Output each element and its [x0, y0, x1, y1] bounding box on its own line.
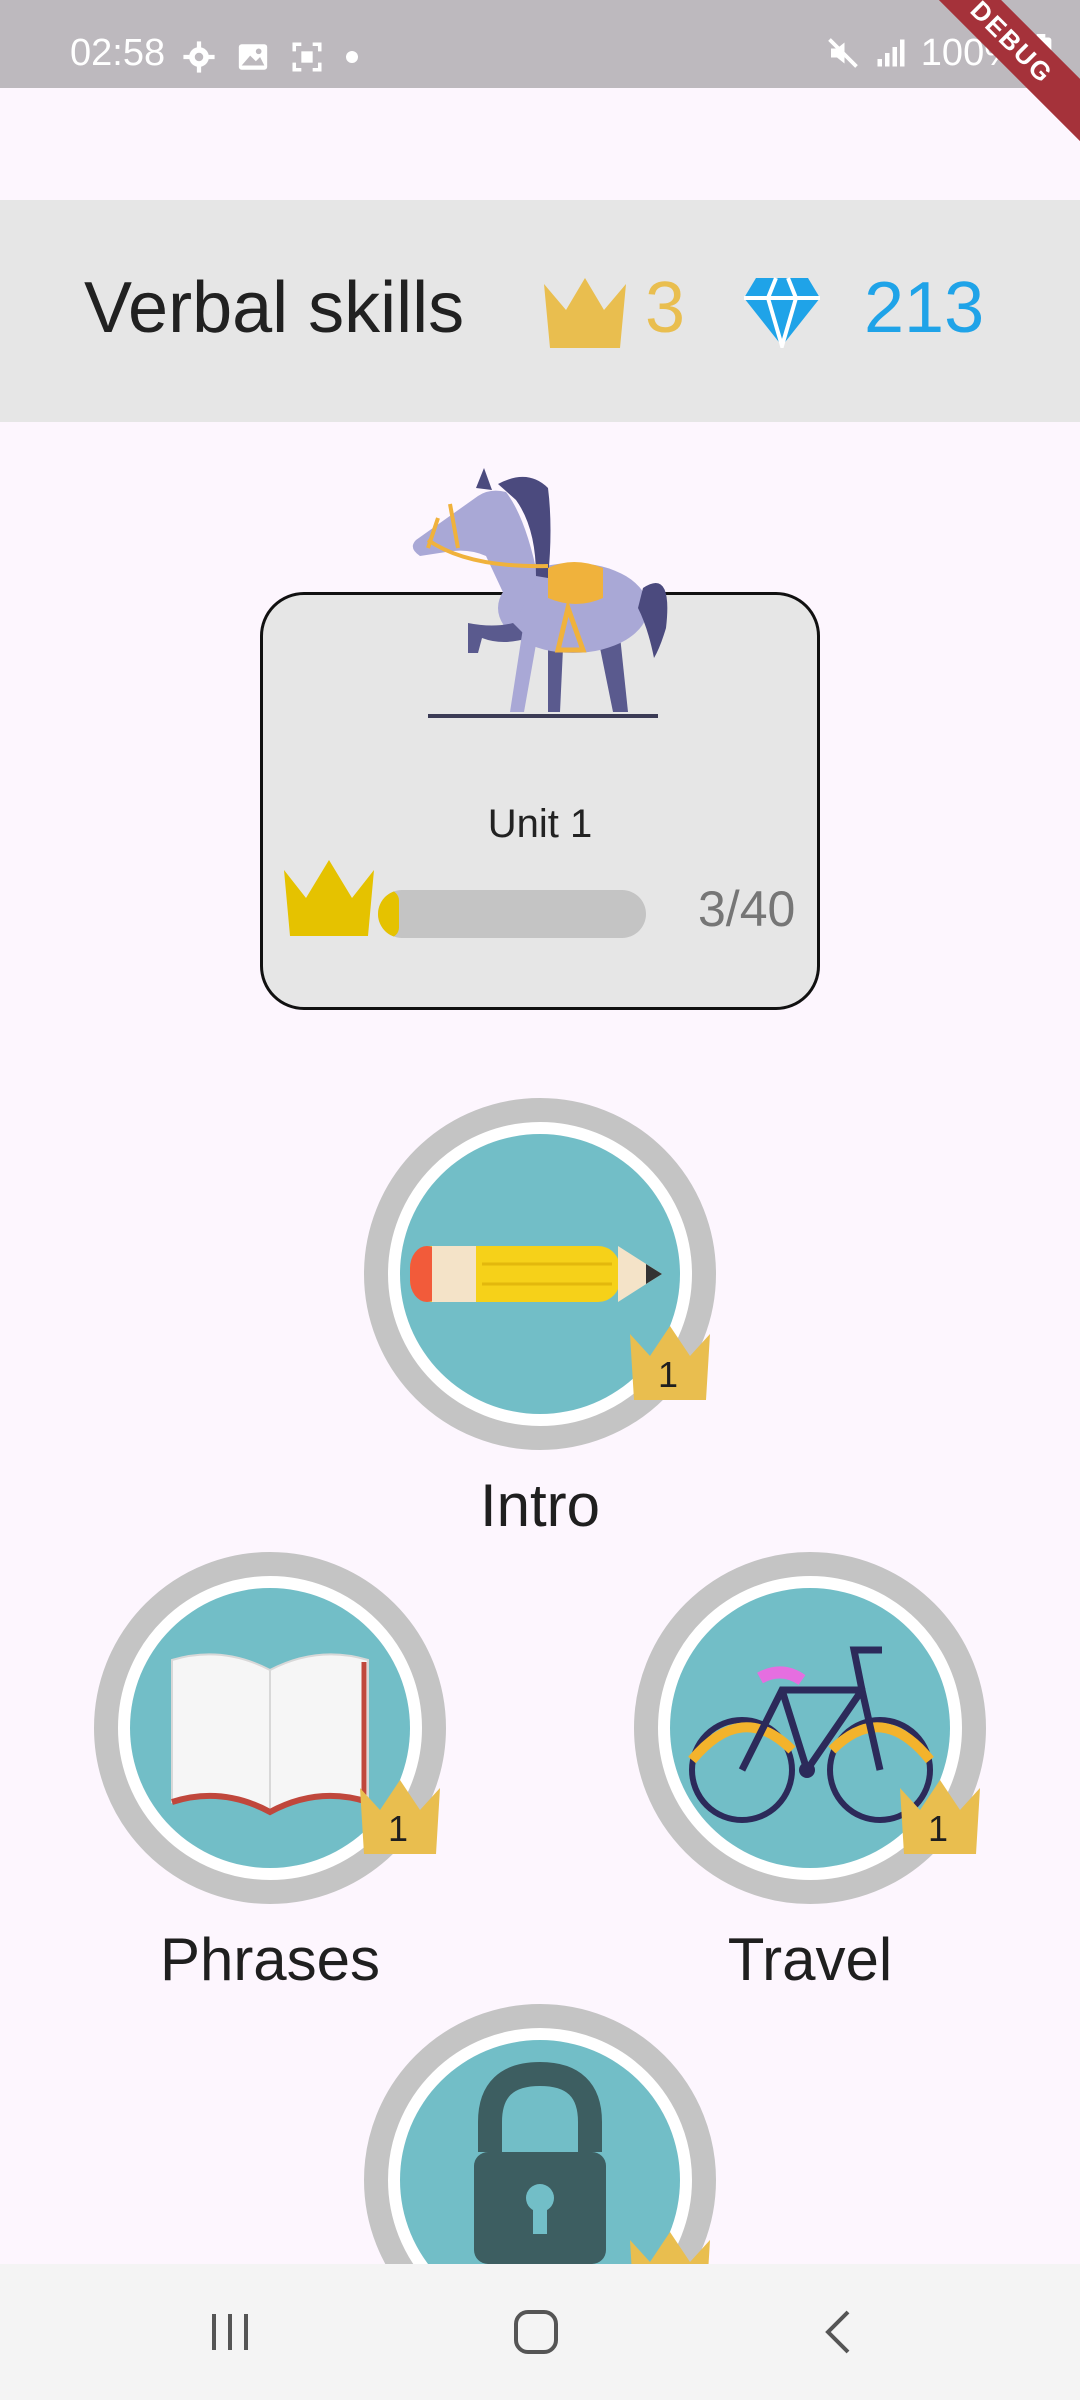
- skill-label-phrases: Phrases: [159, 1926, 381, 1993]
- skill-label-intro: Intro: [479, 1472, 601, 1539]
- recent-apps-icon[interactable]: [206, 2308, 254, 2356]
- unit-progress-text: 3/40: [698, 881, 796, 937]
- image-icon: [238, 44, 268, 70]
- crown-count: 3: [645, 268, 686, 348]
- signal-icon: [877, 39, 905, 67]
- pencil-icon: [410, 1246, 662, 1302]
- dot-icon: [346, 51, 358, 63]
- screenshot-icon: [292, 42, 322, 72]
- horse-illustration: [412, 468, 668, 718]
- unit-progress-bar: [378, 890, 646, 938]
- status-icons: [182, 40, 360, 74]
- crown-icon: [544, 278, 626, 348]
- gem-count: 213: [864, 268, 985, 348]
- book-icon: [171, 1653, 369, 1816]
- status-time: 02:58: [70, 32, 166, 74]
- skill-label-travel: Travel: [727, 1926, 893, 1993]
- crown-icon: [284, 860, 374, 936]
- page-title: Verbal skills: [84, 268, 465, 348]
- unit-title: Unit 1: [487, 802, 593, 846]
- mute-icon: [827, 38, 858, 68]
- crown-level: 1: [387, 1808, 409, 1849]
- home-icon[interactable]: [510, 2306, 562, 2358]
- crown-level: 1: [927, 1808, 949, 1849]
- gem-icon: [744, 277, 820, 348]
- gear-icon: [183, 41, 215, 73]
- back-icon[interactable]: [816, 2306, 860, 2358]
- crown-level: 1: [657, 1354, 679, 1395]
